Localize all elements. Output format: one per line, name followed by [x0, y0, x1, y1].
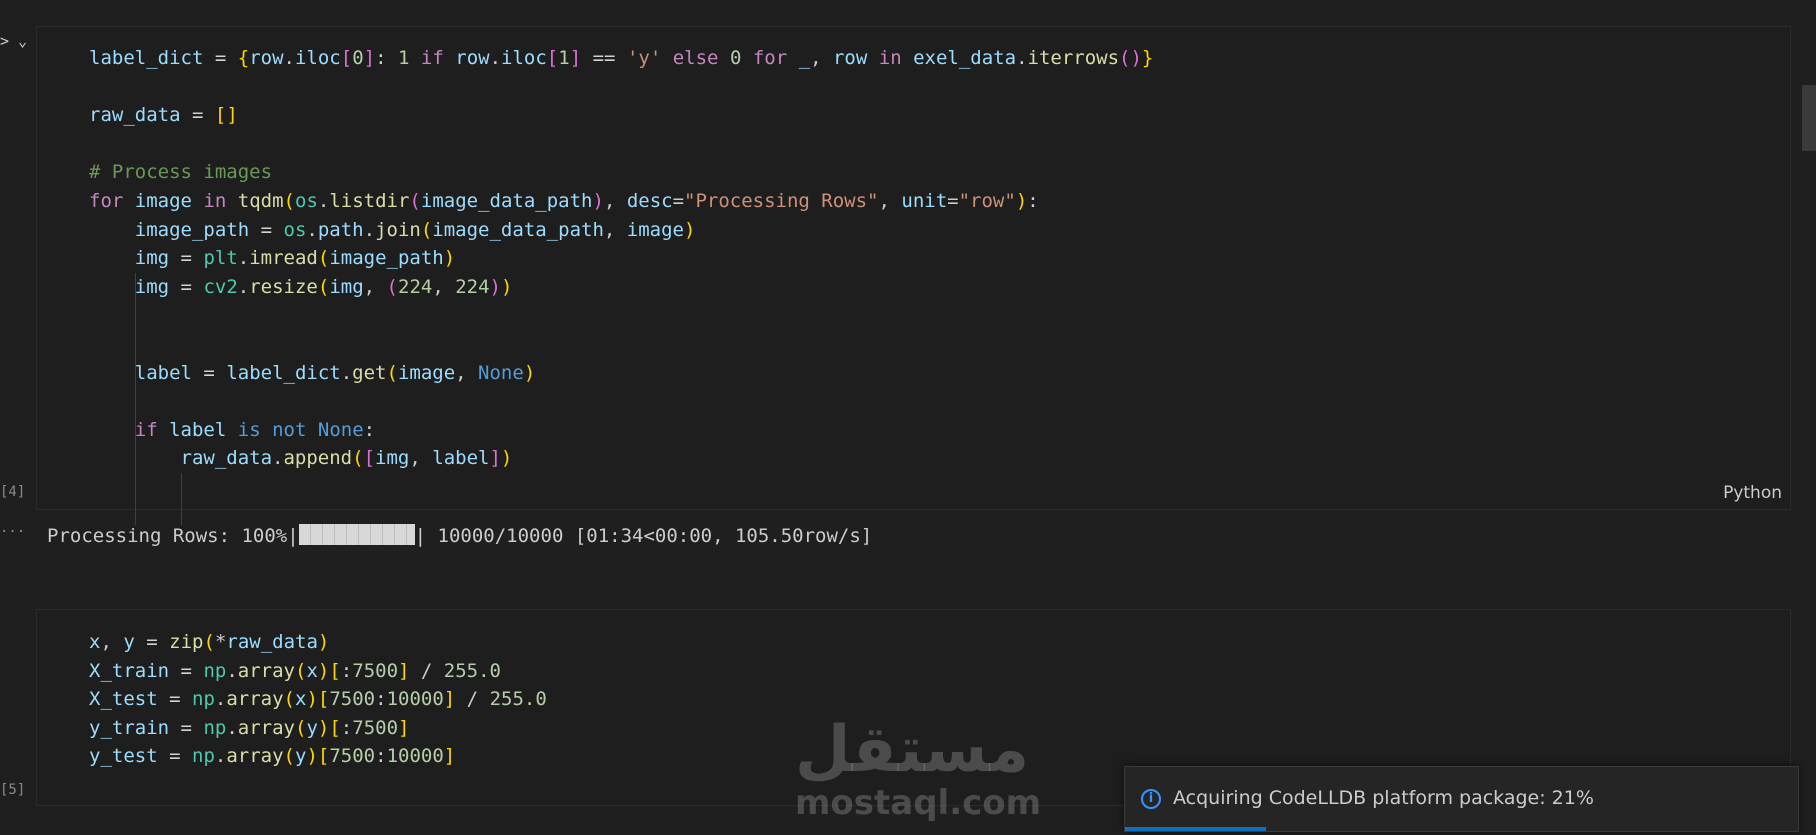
scrollbar-thumb[interactable]: [1802, 85, 1816, 151]
execution-count-cell2: [5]: [0, 782, 26, 798]
code-line: raw_data.append([img, label]): [180, 447, 513, 470]
code-editor[interactable]: label_dict = {row.iloc[0]: 1 if row.iloc…: [89, 44, 1154, 525]
code-line: x, y = zip(*raw_data): [89, 631, 330, 653]
notification-toast[interactable]: i Acquiring CodeLLDB platform package: 2…: [1124, 766, 1799, 832]
code-line: img = plt.imread(image_path): [134, 247, 456, 270]
code-line: img = cv2.resize(img, (224, 224)): [134, 275, 513, 298]
code-line: for image in tqdm(os.listdir(image_data_…: [89, 189, 1039, 212]
code-line: label = label_dict.get(image, None): [134, 361, 536, 384]
notification-progress-track: [1125, 827, 1798, 831]
info-icon: i: [1141, 789, 1161, 809]
watermark-latin: mostaql.com: [795, 783, 1042, 823]
code-editor[interactable]: x, y = zip(*raw_data) X_train = np.array…: [89, 628, 547, 771]
execution-count-cell1: [4]: [0, 484, 26, 500]
code-cell-1[interactable]: label_dict = {row.iloc[0]: 1 if row.iloc…: [36, 26, 1791, 525]
watermark-arabic: مستقل: [795, 713, 1030, 787]
code-line: if label is not None:: [134, 418, 376, 441]
output-more-icon[interactable]: ···: [0, 524, 25, 540]
watermark-logo: مستقل mostaql.com: [795, 713, 1042, 823]
notification-progress-fill: [1125, 827, 1267, 831]
code-line: y_test = np.array(y)[7500:10000]: [89, 745, 456, 768]
code-line: X_train = np.array(x)[:7500] / 255.0: [89, 659, 501, 682]
cell-output: Processing Rows: 100%| | 10000/10000 [01:…: [47, 523, 872, 549]
notification-message: Acquiring CodeLLDB platform package: 21%: [1173, 787, 1594, 809]
cell-language-label[interactable]: Python: [1723, 483, 1782, 503]
cell-collapse-chevron-icon[interactable]: > ⌄: [0, 32, 27, 50]
code-line: label_dict = {row.iloc[0]: 1 if row.iloc…: [89, 47, 1154, 69]
output-prefix: Processing Rows: 100%|: [47, 525, 299, 547]
code-line: y_train = np.array(y)[:7500]: [89, 716, 410, 739]
progress-bar-block: [298, 524, 415, 545]
output-suffix: | 10000/10000 [01:34<00:00, 105.50row/s]: [414, 525, 873, 547]
code-line: raw_data = []: [89, 104, 238, 127]
code-line: image_path = os.path.join(image_data_pat…: [134, 218, 696, 241]
code-comment: # Process images: [89, 161, 273, 184]
code-line: X_test = np.array(x)[7500:10000] / 255.0: [89, 688, 547, 711]
